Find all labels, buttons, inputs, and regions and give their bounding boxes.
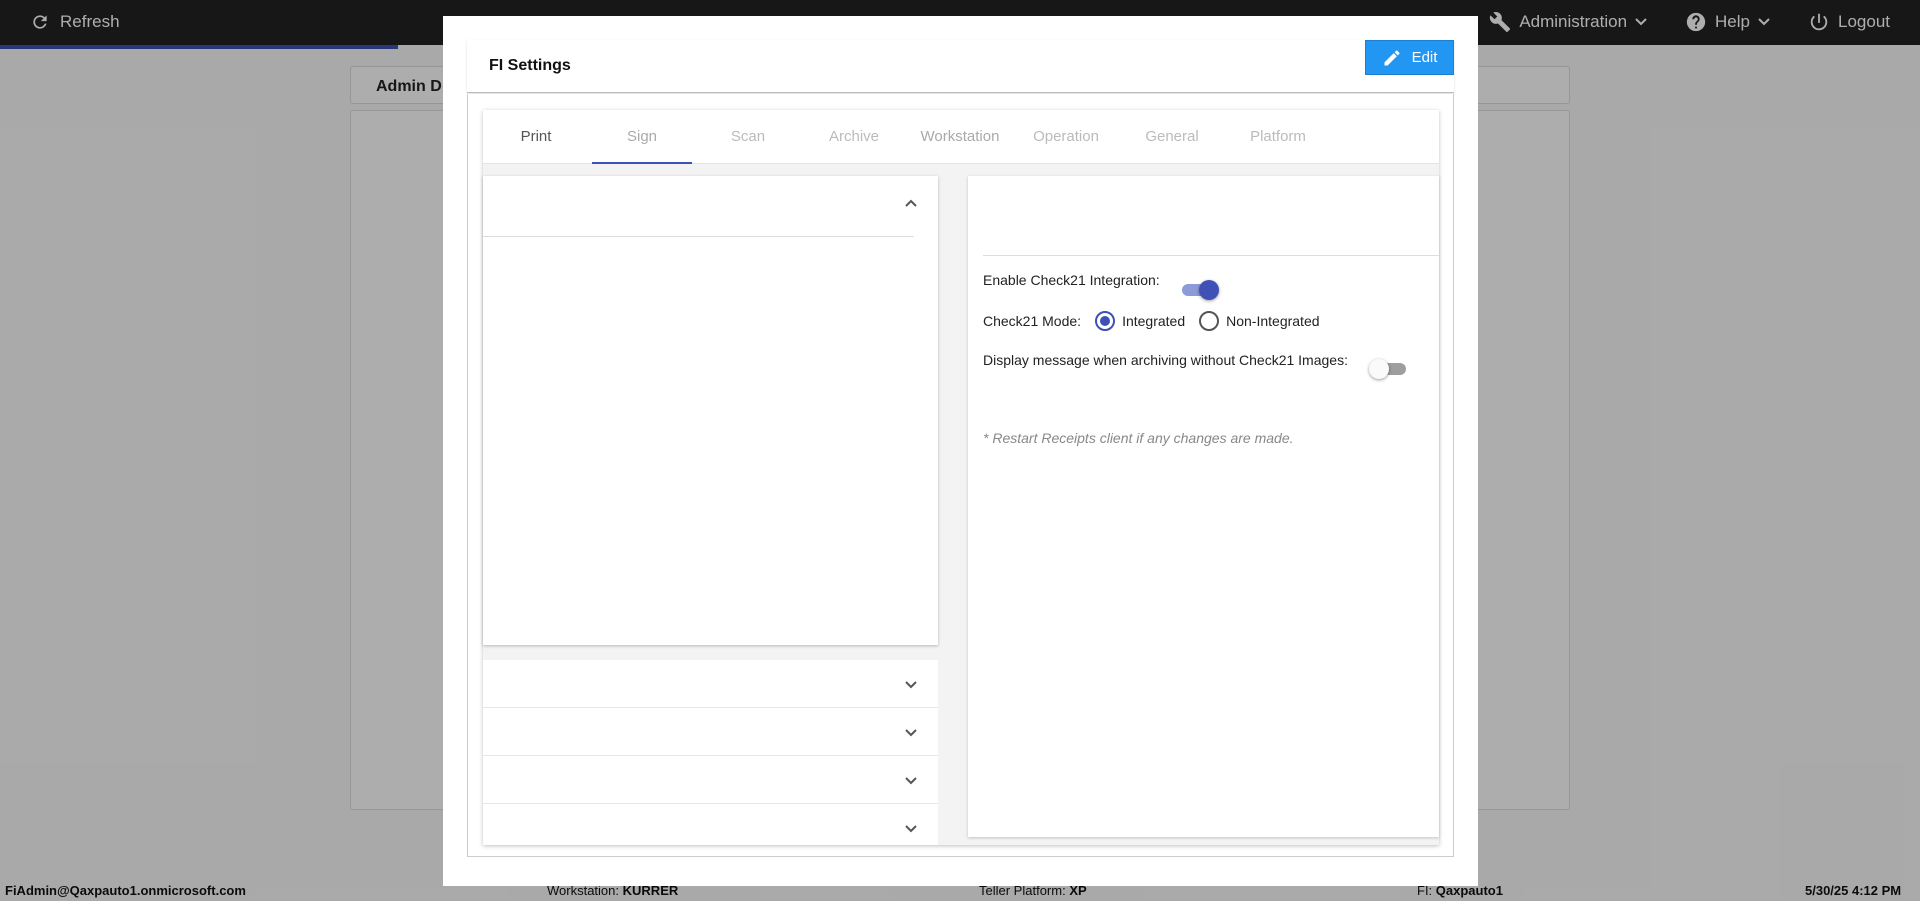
expansion-panel-collapsed[interactable] (483, 708, 938, 756)
tab-workstation[interactable]: Workstation (910, 110, 1010, 164)
tab-print[interactable]: Print (486, 110, 586, 164)
pencil-icon (1384, 49, 1400, 65)
tab-archive[interactable]: Archive (804, 110, 904, 164)
sign-settings-panel: Enable Check21 Integration: Check21 Mode… (968, 176, 1439, 837)
edit-label: Edit (1411, 49, 1438, 66)
restart-note: * Restart Receipts client if any changes… (983, 430, 1294, 446)
radio-integrated[interactable]: Integrated (1095, 311, 1185, 331)
expansion-panel-list (483, 660, 938, 845)
panel-divider (483, 236, 914, 237)
expansion-panel-collapsed[interactable] (483, 804, 938, 852)
chevron-up-icon[interactable] (903, 196, 919, 212)
radio-non-integrated-label: Non-Integrated (1226, 313, 1320, 329)
dialog-header: FI Settings (467, 40, 1454, 93)
chevron-down-icon[interactable] (903, 676, 919, 692)
dialog-title: FI Settings (489, 57, 571, 74)
radio-circle (1199, 311, 1220, 331)
chevron-down-icon[interactable] (903, 820, 919, 836)
enable-check21-toggle[interactable] (1179, 278, 1219, 302)
settings-container: Print Sign Scan Archive Workstation Oper… (483, 110, 1439, 845)
tab-general[interactable]: General (1122, 110, 1222, 164)
display-message-row: Display message when archiving without C… (983, 352, 1348, 368)
toggle-knob (1199, 280, 1219, 300)
check21-mode-label: Check21 Mode: (983, 313, 1082, 329)
chevron-down-icon[interactable] (903, 772, 919, 788)
tab-sign[interactable]: Sign (592, 110, 692, 164)
display-message-toggle[interactable] (1369, 357, 1409, 381)
settings-tabs: Print Sign Scan Archive Workstation Oper… (483, 110, 1439, 164)
expansion-panel-collapsed[interactable] (483, 756, 938, 804)
tab-platform[interactable]: Platform (1228, 110, 1328, 164)
expansion-panel-collapsed[interactable] (483, 660, 938, 708)
dialog-body: Print Sign Scan Archive Workstation Oper… (467, 94, 1454, 857)
enable-check21-label: Enable Check21 Integration: (983, 272, 1160, 288)
check21-mode-row: Check21 Mode: Integrated Non-Integrated (983, 311, 1320, 331)
panel-divider (983, 255, 1439, 256)
radio-integrated-label: Integrated (1122, 313, 1186, 329)
expansion-panel-expanded (483, 176, 938, 645)
edit-button[interactable]: Edit (1365, 40, 1454, 75)
chevron-down-icon[interactable] (903, 724, 919, 740)
tab-scan[interactable]: Scan (698, 110, 798, 164)
toggle-knob (1369, 359, 1389, 379)
radio-non-integrated[interactable]: Non-Integrated (1199, 311, 1320, 331)
radio-circle-checked (1095, 311, 1116, 331)
tab-operation[interactable]: Operation (1016, 110, 1116, 164)
display-message-label: Display message when archiving without C… (983, 352, 1348, 368)
fi-settings-dialog: FI Settings Edit Print Sign Scan Archive… (443, 16, 1478, 886)
enable-check21-row: Enable Check21 Integration: (983, 272, 1160, 288)
